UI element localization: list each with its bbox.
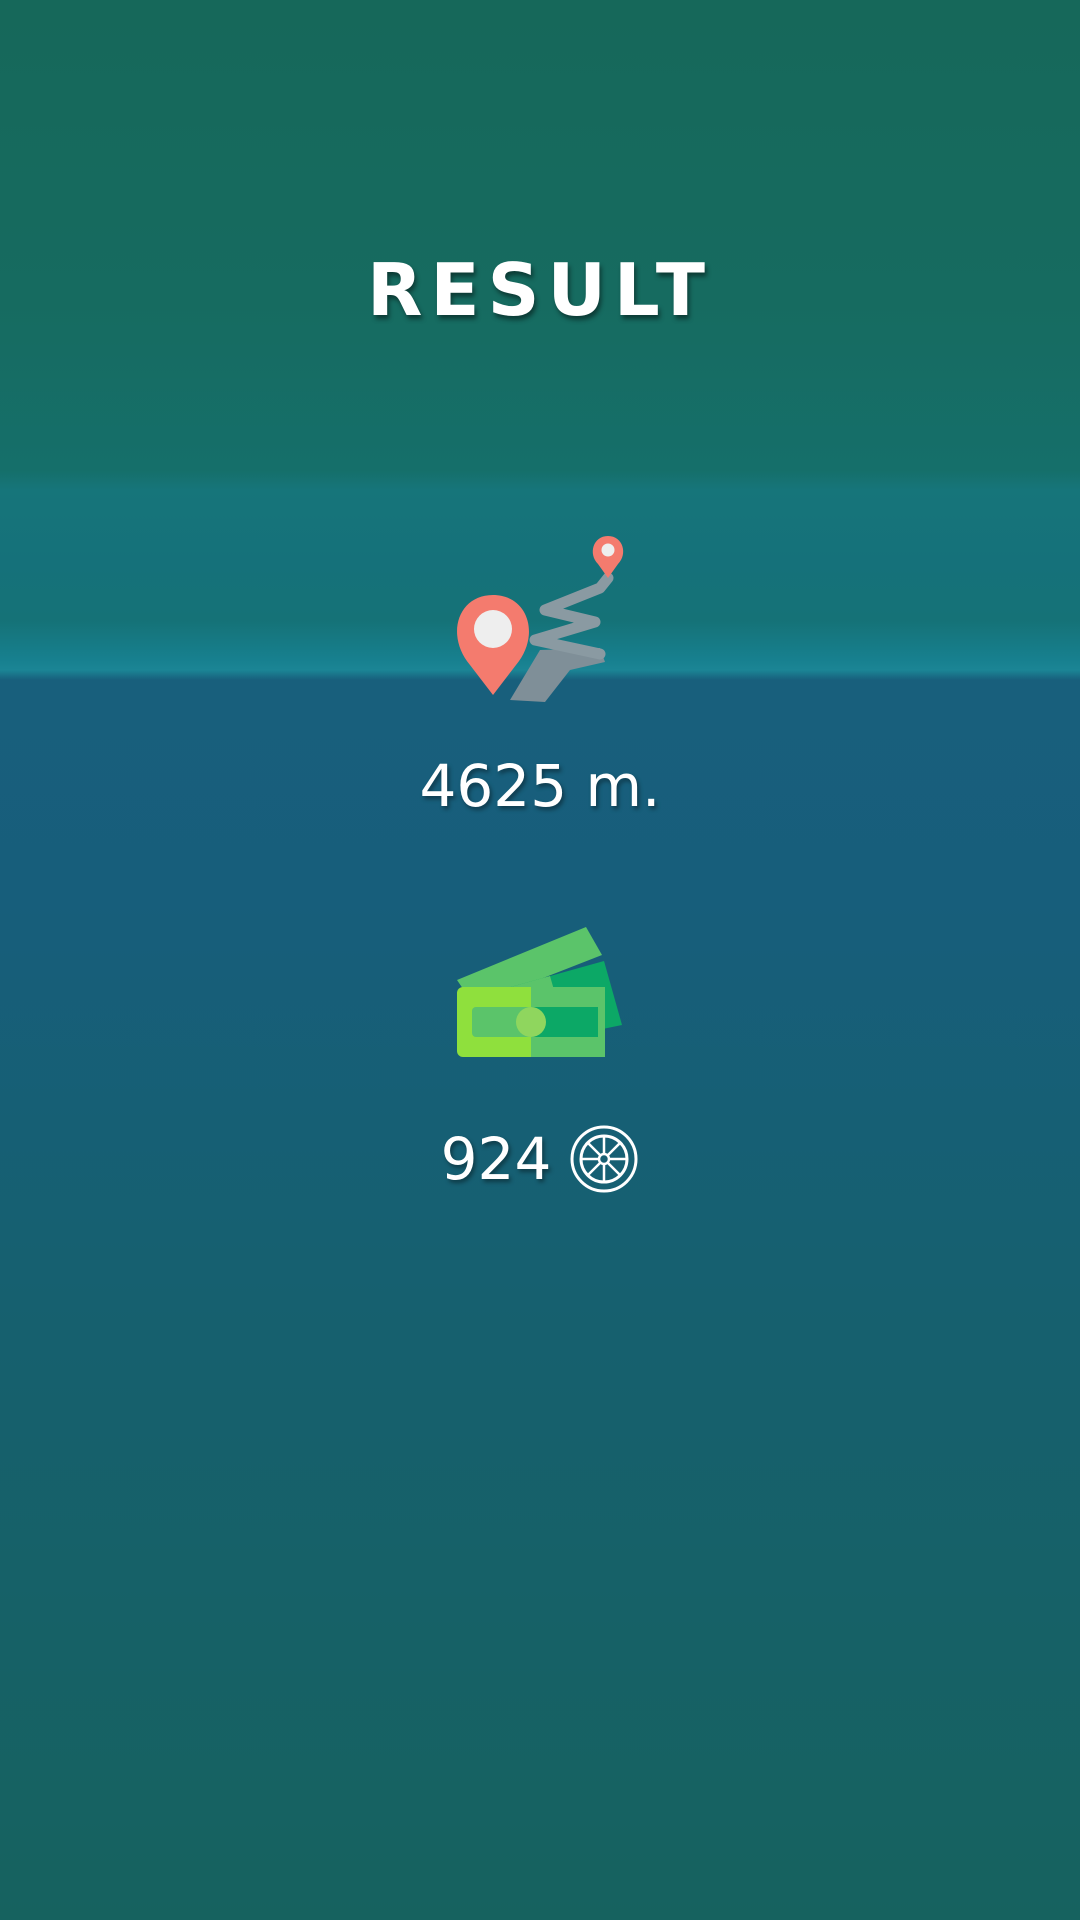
page-title: RESULT: [366, 248, 714, 332]
route-map-pin-icon: [457, 536, 624, 702]
wheel-icon: [570, 1125, 638, 1193]
coins-value: 924: [440, 1125, 552, 1193]
distance-value: 4625 m.: [419, 752, 661, 820]
result-screen: RESULT 4625 m. 924: [0, 0, 1080, 1920]
coins-row: 924: [0, 1124, 1080, 1194]
money-bills-icon: [457, 927, 622, 1057]
